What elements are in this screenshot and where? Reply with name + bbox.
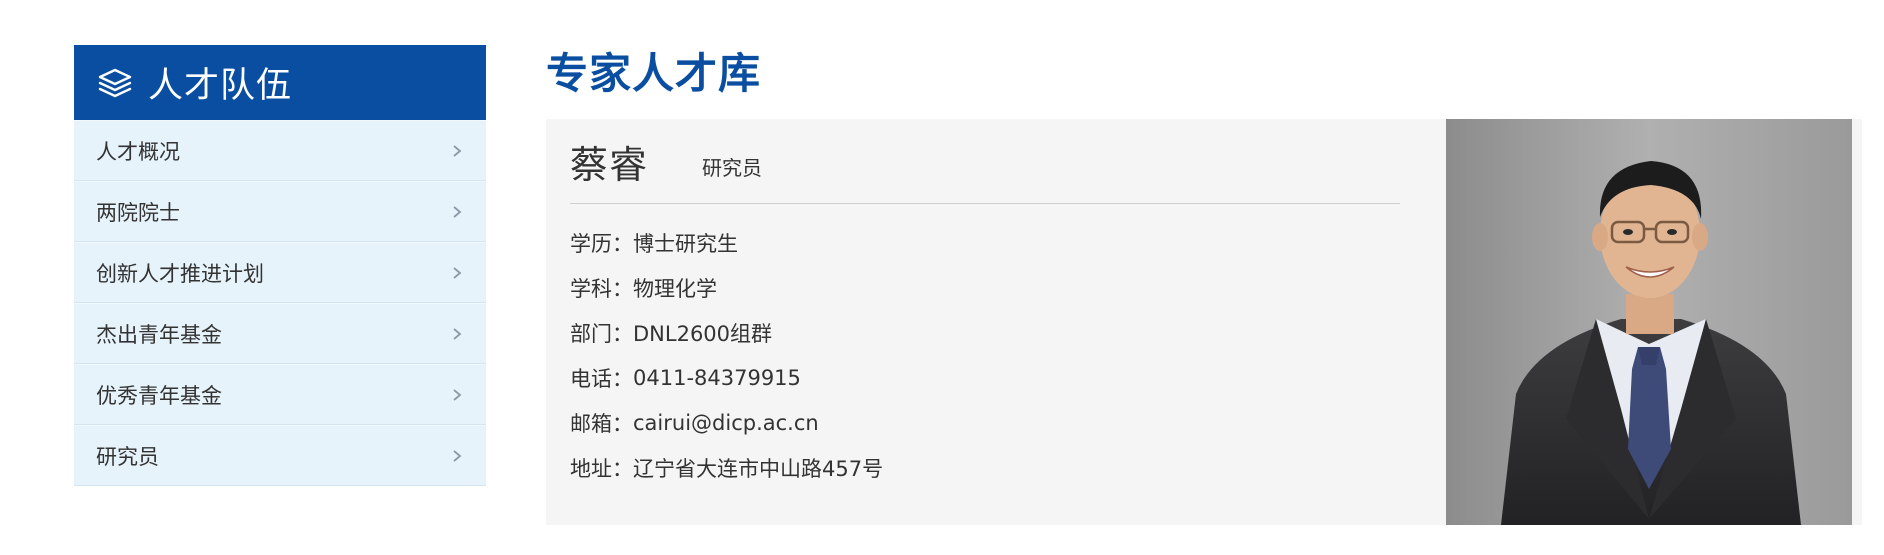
page-title: 专家人才库 — [546, 49, 762, 98]
field-discipline: 学科： 物理化学 — [570, 265, 1400, 310]
sidebar-item-label: 杰出青年基金 — [96, 322, 222, 347]
field-value: DNL2600组群 — [633, 321, 773, 346]
sidebar-item-label: 优秀青年基金 — [96, 383, 222, 408]
field-address: 地址： 辽宁省大连市中山路457号 — [570, 445, 1400, 490]
field-label: 邮箱： — [570, 411, 633, 436]
chevron-right-icon — [450, 388, 464, 402]
sidebar-item-overview[interactable]: 人才概况 — [74, 120, 486, 181]
field-email: 邮箱： cairui@dicp.ac.cn — [570, 400, 1400, 445]
sidebar-list: 人才概况 两院院士 创新人才推进计划 杰出青年基金 优秀青年基金 研究员 — [74, 120, 486, 486]
name-row: 蔡睿 研究员 — [570, 119, 1400, 204]
field-education: 学历： 博士研究生 — [570, 220, 1400, 265]
field-value: 博士研究生 — [633, 231, 738, 256]
field-label: 部门： — [570, 321, 633, 346]
sidebar-item-label: 研究员 — [96, 444, 159, 469]
chevron-right-icon — [450, 266, 464, 280]
chevron-right-icon — [450, 205, 464, 219]
field-list: 学历： 博士研究生 学科： 物理化学 部门： DNL2600组群 电话： 041… — [570, 220, 1400, 490]
field-label: 学科： — [570, 276, 633, 301]
chevron-right-icon — [450, 449, 464, 463]
sidebar: 人才队伍 人才概况 两院院士 创新人才推进计划 杰出青年基金 优秀青年基金 研究… — [74, 45, 486, 486]
chevron-right-icon — [450, 144, 464, 158]
sidebar-item-label: 创新人才推进计划 — [96, 261, 264, 286]
sidebar-item-label: 两院院士 — [96, 200, 180, 225]
profile-info: 蔡睿 研究员 学历： 博士研究生 学科： 物理化学 部门： DNL2600组群 … — [570, 119, 1400, 490]
page: 人才队伍 人才概况 两院院士 创新人才推进计划 杰出青年基金 优秀青年基金 研究… — [0, 0, 1884, 555]
field-value: 0411-84379915 — [633, 365, 801, 390]
sidebar-item-excellent-youth[interactable]: 优秀青年基金 — [74, 364, 486, 425]
profile-card: 蔡睿 研究员 学历： 博士研究生 学科： 物理化学 部门： DNL2600组群 … — [546, 119, 1862, 525]
person-position: 研究员 — [702, 155, 763, 180]
sidebar-item-label: 人才概况 — [96, 139, 180, 164]
sidebar-item-researchers[interactable]: 研究员 — [74, 425, 486, 486]
field-label: 学历： — [570, 231, 633, 256]
field-value: 物理化学 — [633, 276, 717, 301]
field-value: 辽宁省大连市中山路457号 — [633, 456, 884, 481]
field-department: 部门： DNL2600组群 — [570, 310, 1400, 355]
chevron-right-icon — [450, 327, 464, 341]
field-label: 电话： — [570, 366, 633, 391]
field-phone: 电话： 0411-84379915 — [570, 355, 1400, 400]
sidebar-item-distinguished-youth[interactable]: 杰出青年基金 — [74, 303, 486, 364]
field-value[interactable]: cairui@dicp.ac.cn — [633, 411, 819, 435]
sidebar-item-academicians[interactable]: 两院院士 — [74, 181, 486, 242]
profile-photo — [1446, 119, 1852, 525]
sidebar-title: 人才队伍 — [148, 66, 293, 106]
layers-icon — [96, 64, 134, 102]
sidebar-item-innovation-plan[interactable]: 创新人才推进计划 — [74, 242, 486, 303]
field-label: 地址： — [570, 456, 633, 481]
person-name: 蔡睿 — [570, 142, 649, 187]
sidebar-header: 人才队伍 — [74, 45, 486, 120]
